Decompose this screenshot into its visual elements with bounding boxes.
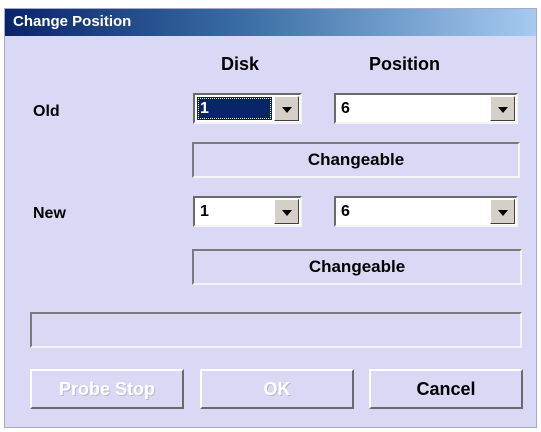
chevron-down-icon[interactable] <box>274 96 299 121</box>
title-bar: Change Position <box>5 9 536 36</box>
new-disk-select[interactable]: 1 <box>193 196 302 227</box>
old-disk-select[interactable]: 1 <box>193 93 302 124</box>
new-disk-value: 1 <box>200 203 209 220</box>
chevron-down-icon[interactable] <box>490 96 515 121</box>
probe-stop-button[interactable]: Probe Stop <box>30 369 184 409</box>
old-status-field: Changeable <box>192 142 520 178</box>
disk-column-header: Disk <box>221 54 260 74</box>
new-position-value: 6 <box>341 203 350 220</box>
old-position-value: 6 <box>341 100 350 117</box>
old-position-select[interactable]: 6 <box>334 93 518 124</box>
new-row-label: New <box>33 205 66 222</box>
cancel-button[interactable]: Cancel <box>369 369 523 409</box>
window-title: Change Position <box>13 13 132 30</box>
chevron-down-icon[interactable] <box>274 199 299 224</box>
new-position-select[interactable]: 6 <box>334 196 518 227</box>
old-disk-value: 1 <box>197 97 272 120</box>
old-row-label: Old <box>33 103 60 120</box>
position-column-header: Position <box>369 54 440 74</box>
change-position-dialog: Change Position Disk Position Old 1 6 Ch… <box>4 8 537 428</box>
chevron-down-icon[interactable] <box>490 199 515 224</box>
ok-button[interactable]: OK <box>200 369 354 409</box>
message-field <box>30 312 522 348</box>
new-status-field: Changeable <box>192 249 522 285</box>
